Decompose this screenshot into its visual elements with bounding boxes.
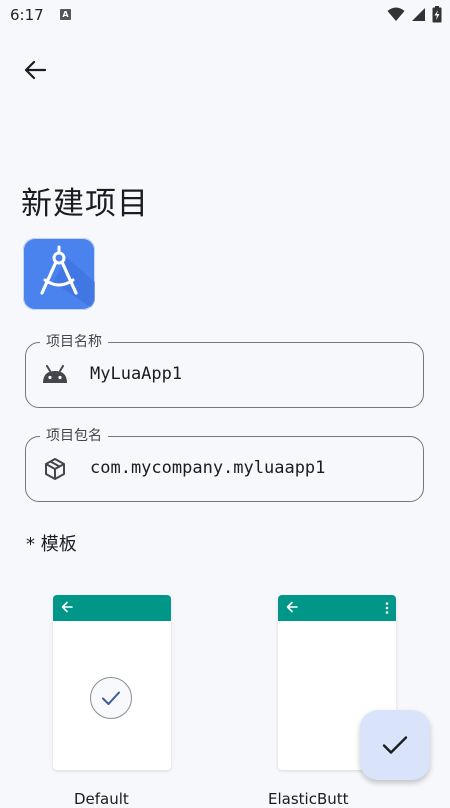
- arrow-back-icon: [286, 601, 298, 613]
- template-card-default[interactable]: [53, 595, 171, 770]
- back-button[interactable]: [17, 53, 53, 87]
- android-icon: [41, 363, 69, 387]
- more-vert-icon: [385, 602, 389, 614]
- status-icons: [387, 6, 442, 23]
- compass-drafting-icon: [40, 245, 95, 310]
- app-icon[interactable]: [23, 238, 95, 310]
- package-name-field[interactable]: 项目包名 com.mycompany.myluaapp1: [25, 425, 424, 502]
- status-time: 6:17: [10, 6, 44, 24]
- page-title: 新建项目: [21, 186, 149, 222]
- check-icon: [382, 736, 408, 754]
- arrow-back-icon: [61, 601, 73, 613]
- status-bar: 6:17 A: [0, 0, 450, 30]
- templates-label: * 模板: [26, 534, 77, 555]
- battery-charging-icon: [432, 6, 442, 23]
- check-icon: [102, 691, 120, 705]
- notification-icon: A: [60, 9, 71, 20]
- project-name-label: 项目名称: [40, 331, 108, 351]
- package-icon: [41, 457, 69, 481]
- template-toolbar: [53, 595, 171, 621]
- arrow-back-icon: [24, 60, 46, 80]
- wifi-icon: [387, 7, 405, 21]
- signal-icon: [412, 8, 425, 21]
- template-name-elasticbutt: ElasticButt: [268, 790, 349, 808]
- package-name-label: 项目包名: [40, 425, 108, 445]
- template-name-default: Default: [74, 790, 129, 808]
- project-name-input[interactable]: MyLuaApp1: [90, 364, 182, 384]
- template-toolbar: [278, 595, 396, 621]
- confirm-fab[interactable]: [360, 710, 430, 780]
- selected-check: [90, 677, 132, 719]
- package-name-input[interactable]: com.mycompany.myluaapp1: [90, 458, 325, 478]
- project-name-field[interactable]: 项目名称 MyLuaApp1: [25, 331, 424, 408]
